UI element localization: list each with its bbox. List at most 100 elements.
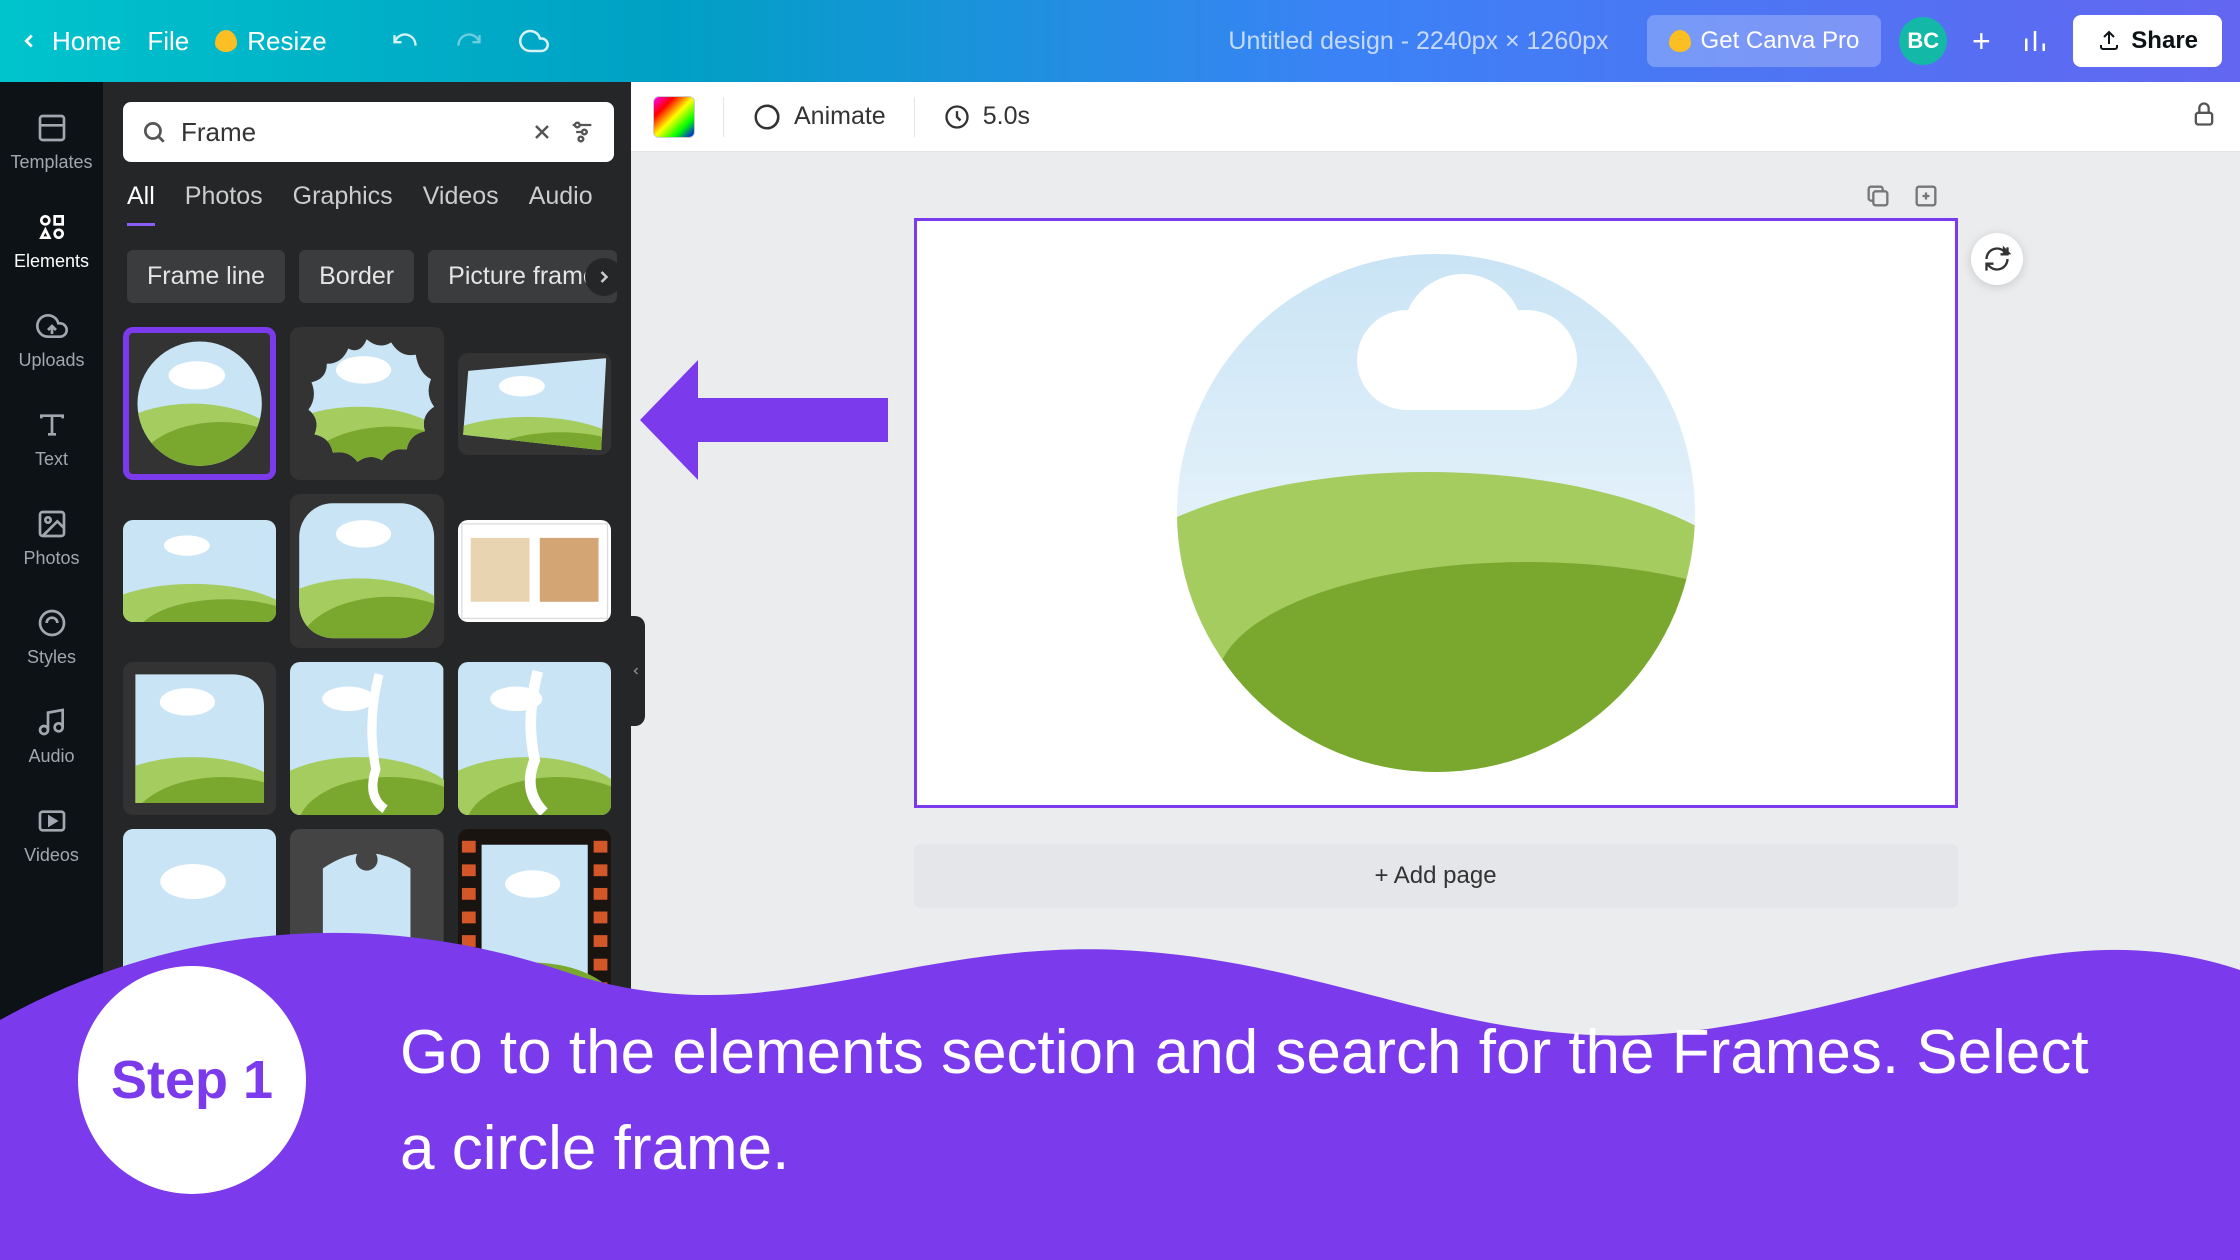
upload-icon — [2097, 29, 2121, 53]
divider — [723, 97, 724, 137]
frame-corner[interactable] — [123, 662, 276, 815]
redo-icon[interactable] — [455, 27, 483, 55]
home-label: Home — [52, 26, 121, 57]
lock-icon — [2190, 100, 2218, 128]
cloud-icon[interactable] — [519, 26, 549, 56]
tab-graphics[interactable]: Graphics — [293, 182, 393, 226]
canvas-page[interactable] — [914, 218, 1958, 808]
uploads-icon — [34, 308, 70, 344]
tab-all[interactable]: All — [127, 182, 155, 226]
get-pro-label: Get Canva Pro — [1701, 27, 1860, 55]
resize-label: Resize — [247, 26, 326, 57]
undo-icon[interactable] — [391, 27, 419, 55]
clear-icon[interactable] — [530, 120, 554, 144]
frame-preview — [290, 327, 443, 480]
frame-preview — [458, 353, 611, 455]
rail-videos[interactable]: Videos — [0, 785, 103, 884]
crown-icon — [1669, 30, 1691, 52]
topbar-right: Untitled design - 2240px × 1260px Get Ca… — [1228, 15, 2222, 67]
chevron-left-icon — [18, 30, 40, 52]
cloud-shape — [1357, 310, 1577, 410]
rail-audio[interactable]: Audio — [0, 686, 103, 785]
refresh-button[interactable] — [1971, 233, 2023, 285]
tutorial-text: Go to the elements section and search fo… — [400, 1005, 2100, 1197]
home-button[interactable]: Home — [18, 26, 121, 57]
share-button[interactable]: Share — [2073, 15, 2222, 67]
crown-icon — [215, 30, 237, 52]
collapse-panel[interactable] — [627, 616, 645, 726]
tab-photos[interactable]: Photos — [185, 182, 263, 226]
duplicate-icon[interactable] — [1864, 182, 1892, 210]
frame-preview — [123, 520, 276, 622]
resize-button[interactable]: Resize — [215, 26, 326, 57]
rail-elements[interactable]: Elements — [0, 191, 103, 290]
templates-icon — [34, 110, 70, 146]
rail-label: Audio — [28, 746, 74, 767]
frame-trapezoid[interactable] — [458, 353, 611, 455]
file-label: File — [147, 26, 189, 56]
tab-audio[interactable]: Audio — [529, 182, 593, 226]
duration-label: 5.0s — [983, 102, 1030, 131]
frame-circle[interactable] — [123, 327, 276, 480]
get-pro-button[interactable]: Get Canva Pro — [1647, 15, 1882, 67]
lock-button[interactable] — [2190, 100, 2218, 133]
chip[interactable]: Border — [299, 250, 414, 303]
share-label: Share — [2131, 27, 2198, 55]
frame-preview — [290, 662, 443, 815]
suggestion-chips: Frame line Border Picture frame Li — [103, 226, 631, 317]
rail-uploads[interactable]: Uploads — [0, 290, 103, 389]
rail-label: Text — [35, 449, 68, 470]
styles-icon — [34, 605, 70, 641]
step-badge: Step 1 — [78, 966, 306, 1194]
circle-frame-element[interactable] — [1177, 254, 1695, 772]
avatar[interactable]: BC — [1899, 17, 1947, 65]
chips-next[interactable] — [585, 258, 623, 296]
divider — [914, 97, 915, 137]
photos-icon — [34, 506, 70, 542]
bar-chart-icon — [2020, 26, 2050, 56]
search-row — [103, 82, 631, 182]
topbar-left: Home File Resize — [18, 26, 549, 57]
frame-preview — [458, 520, 611, 622]
chip[interactable]: Frame line — [127, 250, 285, 303]
page-actions — [1864, 182, 1940, 210]
file-button[interactable]: File — [147, 26, 189, 57]
rail-label: Photos — [23, 548, 79, 569]
tutorial-arrow — [630, 350, 900, 495]
rail-styles[interactable]: Styles — [0, 587, 103, 686]
chevron-right-icon — [594, 267, 614, 287]
insights-button[interactable] — [2015, 21, 2055, 61]
document-title[interactable]: Untitled design - 2240px × 1260px — [1228, 27, 1608, 56]
frame-scalloped[interactable] — [290, 327, 443, 480]
duration-button[interactable]: 5.0s — [943, 102, 1030, 131]
refresh-icon — [1983, 245, 2011, 273]
animate-icon — [752, 102, 782, 132]
add-member-button[interactable]: + — [1965, 25, 1997, 57]
add-page-icon[interactable] — [1912, 182, 1940, 210]
frame-rounded[interactable] — [290, 494, 443, 647]
rail-text[interactable]: Text — [0, 389, 103, 488]
rail-photos[interactable]: Photos — [0, 488, 103, 587]
frame-paint-2[interactable] — [458, 662, 611, 815]
frame-rect[interactable] — [123, 520, 276, 622]
frame-photo-collage[interactable] — [458, 520, 611, 622]
topbar: Home File Resize Untitled design - 2240p… — [0, 0, 2240, 82]
rail-templates[interactable]: Templates — [0, 92, 103, 191]
rail-label: Styles — [27, 647, 76, 668]
frame-paint-1[interactable] — [290, 662, 443, 815]
audio-icon — [34, 704, 70, 740]
add-page-button[interactable]: + Add page — [914, 844, 1958, 908]
search-box[interactable] — [123, 102, 614, 162]
frame-preview — [129, 333, 270, 474]
filter-tabs: All Photos Graphics Videos Audio — [103, 182, 631, 226]
rail-label: Templates — [10, 152, 92, 173]
color-picker[interactable] — [653, 96, 695, 138]
filter-icon[interactable] — [568, 118, 596, 146]
rail-label: Videos — [24, 845, 79, 866]
search-input[interactable] — [181, 117, 516, 148]
chevron-left-icon — [630, 665, 642, 677]
arrow-left-icon — [630, 350, 900, 490]
tab-videos[interactable]: Videos — [423, 182, 499, 226]
animate-button[interactable]: Animate — [752, 102, 886, 132]
videos-icon — [34, 803, 70, 839]
